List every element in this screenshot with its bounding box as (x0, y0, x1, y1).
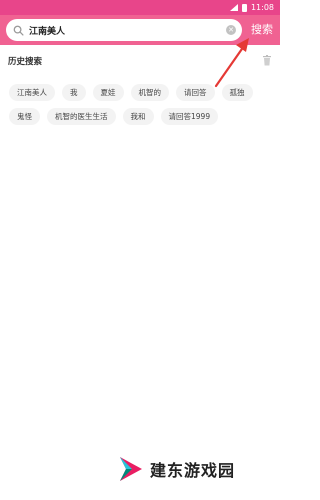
history-tag[interactable]: 孤独 (221, 84, 253, 101)
history-title: 历史搜索 (8, 57, 43, 67)
status-time: 11:08 (250, 3, 274, 12)
status-bar: 11:08 (0, 0, 280, 15)
trash-icon[interactable] (262, 55, 272, 66)
history-tag[interactable]: 机智的 (130, 84, 169, 101)
clear-icon[interactable]: ✕ (226, 25, 236, 35)
history-tag[interactable]: 请回答1999 (160, 108, 219, 125)
search-icon (13, 25, 24, 36)
history-header: 历史搜索 (8, 54, 272, 68)
search-box[interactable]: ✕ (6, 19, 242, 41)
history-tag[interactable]: 鬼怪 (9, 108, 40, 125)
annotation-arrow (214, 38, 249, 88)
watermark-logo (120, 457, 142, 481)
search-button[interactable]: 搜索 (250, 21, 274, 39)
search-input[interactable] (29, 21, 209, 39)
tag-row: 江南美人 我 夏娃 机智的 请回答 孤独 (9, 84, 269, 101)
history-tag[interactable]: 请回答 (176, 84, 215, 101)
search-header: ✕ 搜索 (0, 15, 280, 45)
watermark: 建东游戏园 (118, 455, 235, 483)
history-tag[interactable]: 江南美人 (9, 84, 55, 101)
watermark-text: 建东游戏园 (150, 461, 236, 480)
history-tag[interactable]: 我和 (122, 108, 154, 125)
history-tags: 江南美人 我 夏娃 机智的 请回答 孤独 鬼怪 机智的医生生活 我和 请回答19… (9, 84, 269, 132)
history-tag[interactable]: 夏娃 (92, 84, 124, 101)
history-tag[interactable]: 机智的医生生活 (47, 108, 116, 125)
history-tag[interactable]: 我 (62, 84, 86, 101)
tag-row: 鬼怪 机智的医生生活 我和 请回答1999 (9, 108, 269, 125)
signal-icon (229, 4, 238, 11)
battery-icon (241, 3, 247, 12)
